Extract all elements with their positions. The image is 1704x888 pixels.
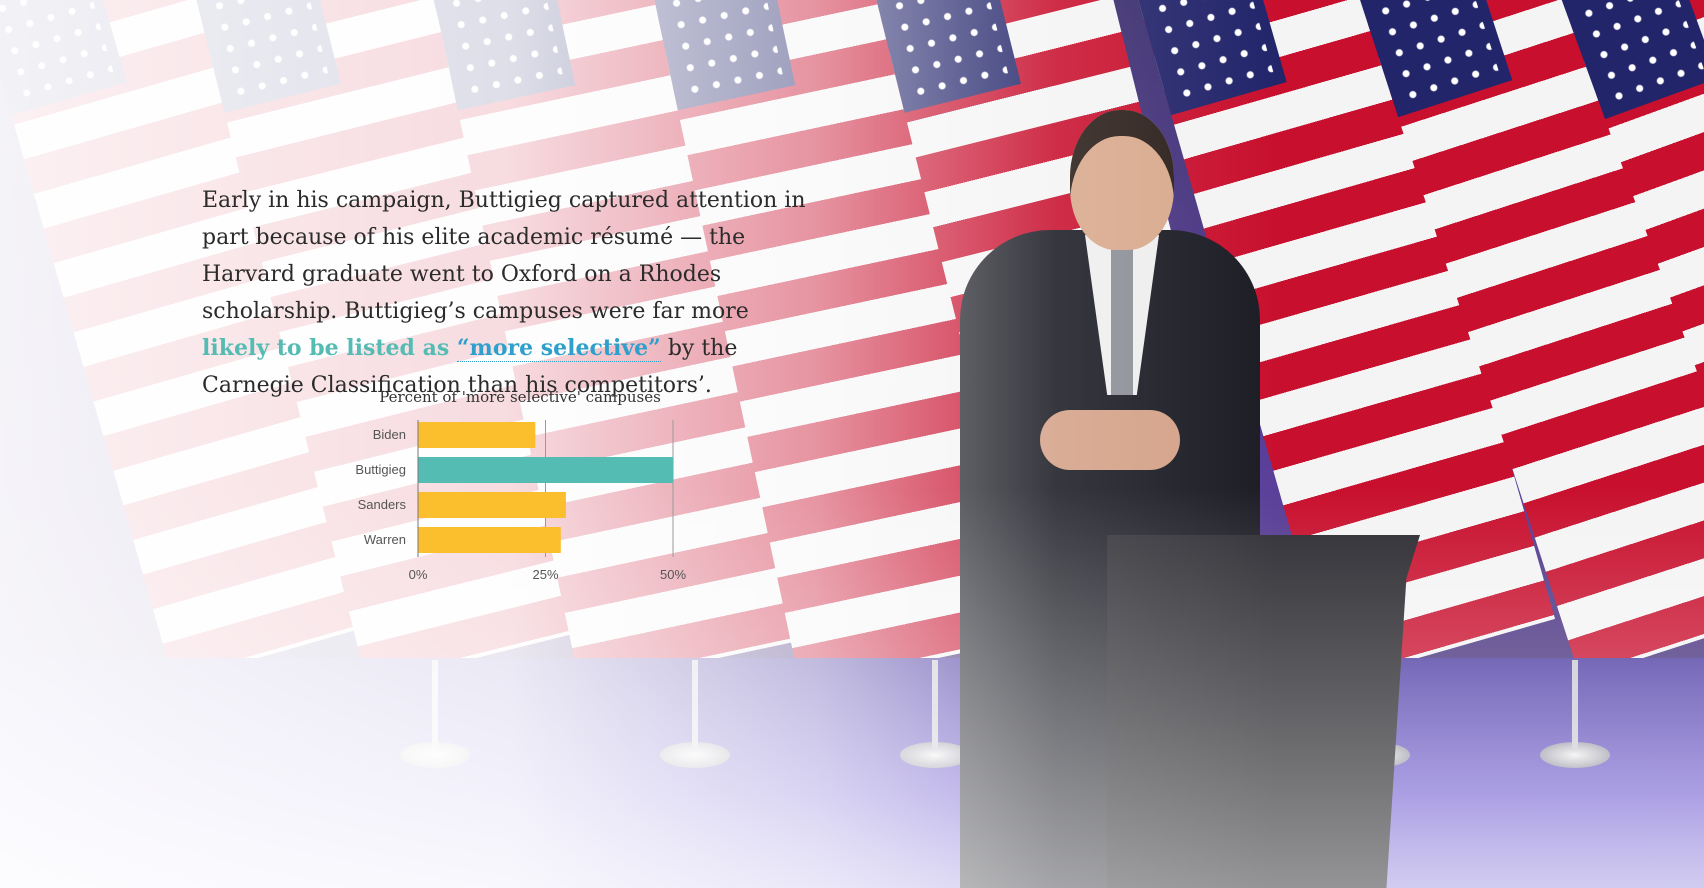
category-label: Buttigieg — [355, 462, 406, 477]
bar-warren — [418, 527, 561, 553]
more-selective-link[interactable]: “more selective” — [456, 335, 661, 362]
paragraph-text-start: Early in his campaign, Buttigieg capture… — [202, 188, 806, 324]
category-label: Sanders — [358, 497, 407, 512]
selective-campuses-chart: Percent of 'more selective' campuses 0% 2… — [340, 380, 700, 600]
category-label: Warren — [364, 532, 406, 547]
bar-sanders — [418, 492, 566, 518]
background-photo — [0, 0, 1704, 888]
x-tick-label: 25% — [532, 567, 558, 582]
article-paragraph: Early in his campaign, Buttigieg capture… — [202, 182, 822, 404]
bar-buttigieg — [418, 457, 673, 483]
bar-biden — [418, 422, 536, 448]
fade-overlay — [0, 0, 1704, 888]
x-tick-label: 50% — [660, 567, 686, 582]
chart-svg: 0% 25% 50% Biden Buttigieg Sanders Warren — [355, 420, 686, 582]
article-content: Early in his campaign, Buttigieg capture… — [202, 182, 822, 404]
category-label: Biden — [373, 427, 406, 442]
x-tick-label: 0% — [409, 567, 428, 582]
highlight-text: likely to be listed as — [202, 335, 457, 361]
